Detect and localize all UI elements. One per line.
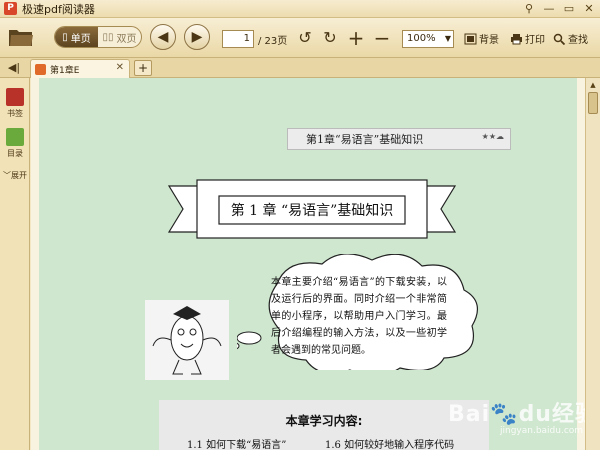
search-icon [553,33,566,45]
main-toolbar: ▯ 单页 ▯▯ 双页 ◀ ▶ 1 / 23页 ↺ ↻ + − 100% ▼ 背景… [0,18,600,58]
zoom-value: 100% [407,33,436,44]
zoom-select[interactable]: 100% ▼ [402,30,454,48]
find-label: 查找 [568,35,588,46]
mascot-illustration [145,300,229,380]
find-button[interactable]: 查找 [553,31,588,46]
toc-label: 目录 [7,149,23,158]
page-number-input[interactable]: 1 [222,30,254,48]
baidu-watermark: Bai🐾du经验 [448,396,598,428]
paw-icon: 🐾 [490,402,519,427]
tab-strip: ◀| 第1章E ✕ + [0,58,600,78]
vertical-scrollbar[interactable]: ▲ [585,78,600,450]
sidebar-expand-button[interactable]: ﹀展开 [3,170,27,181]
watermark-url: jingyan.baidu.com [500,426,584,436]
chapter-header-banner: 第1章“易语言”基础知识 ★★☁ [287,128,511,150]
new-tab-button[interactable]: + [134,60,152,76]
zoom-in-icon[interactable]: + [346,28,366,48]
study-title: 本章学习内容: [285,414,363,428]
view-mode-group: ▯ 单页 ▯▯ 双页 [54,26,142,48]
expand-label: 展开 [11,171,27,180]
window-controls: ⚲ — ▭ ✕ [522,2,596,16]
study-contents-box: 本章学习内容: 1.1 如何下载“易语言” 1.6 如何较好地输入程序代码 [159,400,489,450]
left-sidebar: 书签 目录 ﹀展开 [0,78,30,450]
previous-page-button[interactable]: ◀ [150,24,176,50]
sidebar-item-bookmarks[interactable]: 书签 [3,88,27,119]
background-button[interactable]: 背景 [464,31,499,46]
pdf-file-icon [35,63,46,75]
minimize-icon[interactable]: — [542,2,556,16]
skin-icon[interactable]: ⚲ [522,2,536,16]
scroll-up-icon[interactable]: ▲ [588,80,598,90]
document-viewport[interactable]: 第1章“易语言”基础知识 ★★☁ 第 1 章 “易语言”基础知识 本章主要介绍“… [31,78,585,450]
double-page-button[interactable]: ▯▯ 双页 [98,27,141,47]
title-bar: P 极速pdf阅读器 ⚲ — ▭ ✕ [0,0,600,18]
chapter-title: 第 1 章 “易语言”基础知识 [230,203,394,219]
app-logo-icon: P [4,2,17,15]
sidebar-item-toc[interactable]: 目录 [3,128,27,159]
printer-icon [511,33,522,44]
close-icon[interactable]: ✕ [582,2,596,16]
chevron-down-icon: ▼ [444,34,451,43]
tab-document[interactable]: 第1章E ✕ [30,59,130,78]
intro-paragraph: 本章主要介绍“易语言”的下载安装，以及运行后的界面。同时介绍一个非常简单的小程序… [271,277,447,356]
pdf-page: 第1章“易语言”基础知识 ★★☁ 第 1 章 “易语言”基础知识 本章主要介绍“… [39,78,577,450]
table-of-contents-icon [6,128,24,146]
print-label: 打印 [525,35,545,46]
chevron-down-icon: ﹀ [3,171,11,180]
watermark-brand2: du [518,402,552,427]
window-title: 极速pdf阅读器 [22,2,95,16]
background-label: 背景 [479,35,499,46]
tab-label: 第1章E [50,65,80,76]
arrow-left-icon: ◀ [157,29,169,45]
single-page-button[interactable]: ▯ 单页 [55,27,98,47]
zoom-out-icon[interactable]: − [372,28,392,48]
header-banner-text: 第1章“易语言”基础知识 [306,133,424,146]
next-page-button[interactable]: ▶ [184,24,210,50]
bookmark-label: 书签 [7,109,23,118]
maximize-icon[interactable]: ▭ [562,2,576,16]
watermark-brand: Bai [448,402,491,427]
print-button[interactable]: 打印 [510,31,545,46]
page-total-label: / 23页 [258,36,288,47]
background-icon [464,33,477,44]
arrow-right-icon: ▶ [191,29,203,45]
study-item: 1.1 如何下载“易语言” [187,440,287,450]
rotate-left-icon[interactable]: ↺ [295,28,315,48]
double-page-icon: ▯▯ [102,31,114,43]
single-page-icon: ▯ [62,31,68,43]
scrollbar-thumb[interactable] [588,92,598,114]
open-folder-icon[interactable] [8,26,34,48]
single-page-label: 单页 [70,33,91,45]
tab-close-icon[interactable]: ✕ [116,62,124,73]
study-item: 1.6 如何较好地输入程序代码 [325,440,455,450]
stars-decoration-icon: ★★☁ [481,132,504,141]
rotate-right-icon[interactable]: ↻ [320,28,340,48]
bookmark-icon [6,88,24,106]
sidebar-toggle-icon[interactable]: ◀| [4,60,24,76]
double-page-label: 双页 [116,33,137,45]
